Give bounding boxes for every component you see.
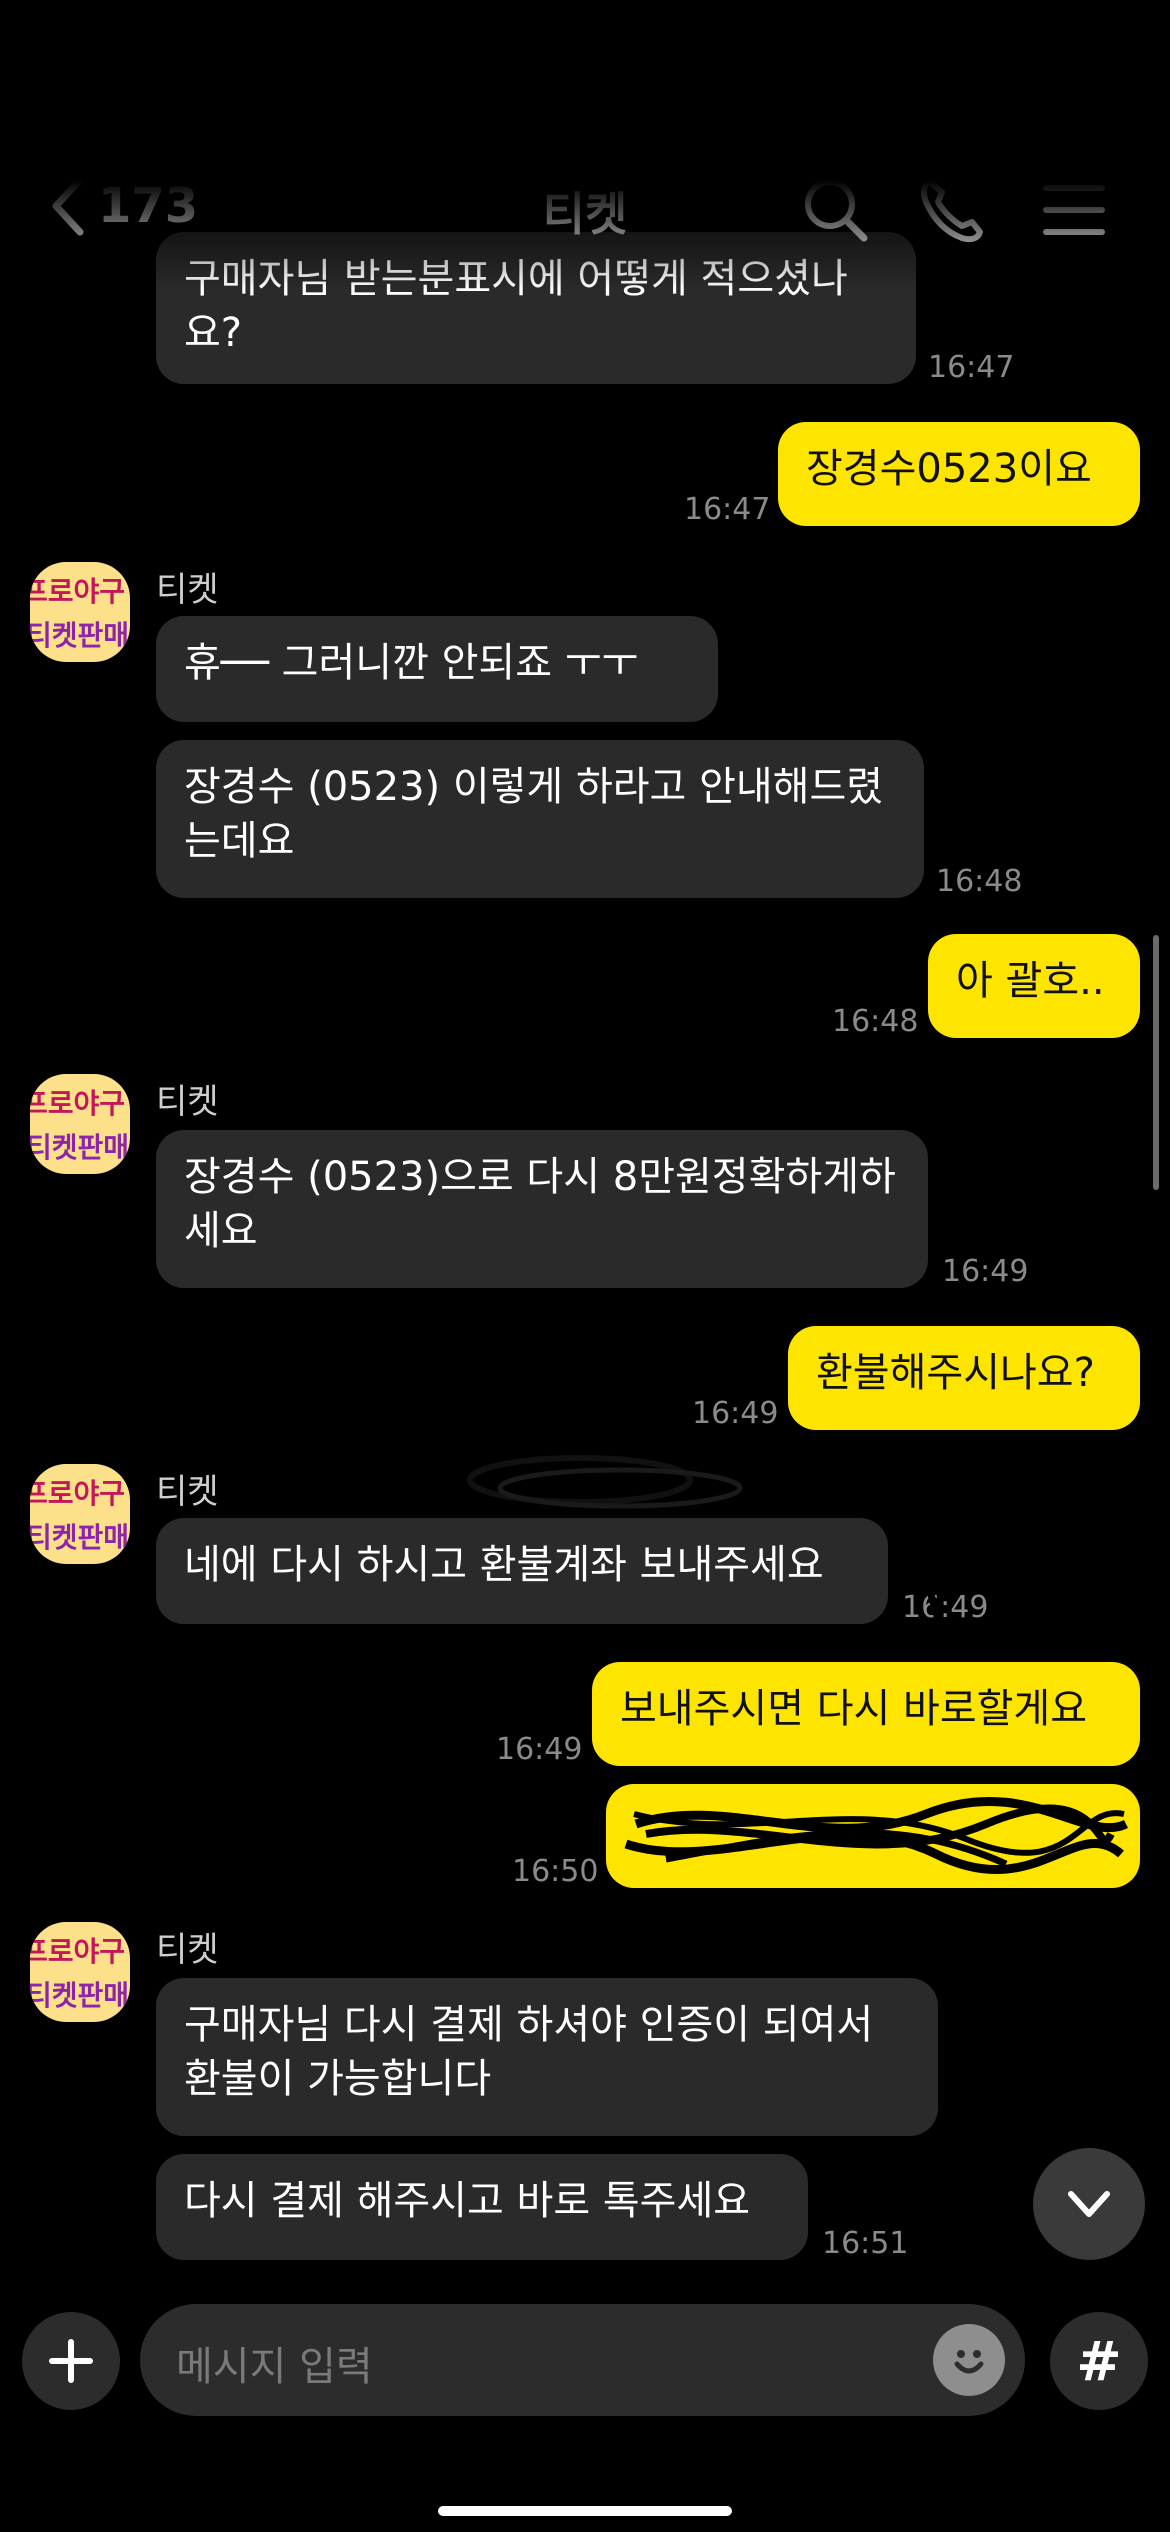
message-text: 다시 결제 해주시고 바로 톡주세요 bbox=[184, 2178, 751, 2224]
sender-avatar[interactable]: 프로야구 티켓판매 bbox=[30, 1464, 130, 1564]
message-bubble[interactable]: 아 괄호.. bbox=[928, 934, 1140, 1038]
scrollbar[interactable] bbox=[1153, 935, 1159, 1190]
input-bar: 메시지 입력 # bbox=[0, 2290, 1170, 2532]
message-text: 환불해주시나요? bbox=[816, 1350, 1095, 1396]
plus-icon bbox=[49, 2339, 93, 2383]
sender-name: 티켓 bbox=[156, 1082, 219, 1122]
redacted-message-bubble[interactable] bbox=[606, 1784, 1140, 1888]
message-time: 16:50 bbox=[512, 1854, 599, 1889]
message-bubble[interactable]: 환불해주시나요? bbox=[788, 1326, 1140, 1430]
phone-icon[interactable] bbox=[912, 170, 992, 250]
chevron-down-icon bbox=[1068, 2191, 1110, 2217]
unread-count: 173 bbox=[98, 178, 199, 234]
signal-icon bbox=[884, 56, 939, 92]
message-text: 아 괄호.. bbox=[956, 958, 1105, 1004]
status-time: 17:17 bbox=[130, 42, 301, 102]
message-time: 16:48 bbox=[832, 1004, 919, 1039]
message-text: 장경수 (0523) 이렇게 하라고 안내해드렸는데요 bbox=[184, 764, 884, 864]
message-text: 장경수 (0523)으로 다시 8만원정확하게하세요 bbox=[184, 1154, 896, 1254]
message-bubble[interactable]: 장경수 (0523)으로 다시 8만원정확하게하세요 bbox=[156, 1130, 928, 1288]
battery-level: 34 bbox=[1050, 55, 1096, 93]
message-time: 16:49 bbox=[496, 1732, 583, 1767]
chat-header: 173 티켓 bbox=[0, 160, 1170, 260]
sender-name: 티켓 bbox=[156, 1930, 219, 1970]
smiley-icon bbox=[954, 2350, 984, 2374]
message-bubble[interactable]: 장경수 (0523) 이렇게 하라고 안내해드렸는데요 bbox=[156, 740, 924, 898]
message-text: 보내주시면 다시 바로할게요 bbox=[620, 1686, 1088, 1732]
redaction-scribble bbox=[624, 1797, 1129, 1875]
message-text: 구매자님 다시 결제 하셔야 인증이 되여서 환불이 가능합니다 bbox=[184, 2002, 874, 2102]
message-time: 16:49 bbox=[692, 1396, 779, 1431]
attach-button[interactable] bbox=[22, 2312, 120, 2410]
message-bubble[interactable]: 휴── 그러니깐 안되죠 ㅜㅜ bbox=[156, 616, 718, 722]
message-bubble[interactable]: 보내주시면 다시 바로할게요 bbox=[592, 1662, 1140, 1766]
status-bar: 17:17 LTE 34 bbox=[0, 0, 1170, 150]
menu-icon[interactable] bbox=[1034, 170, 1114, 250]
message-input[interactable]: 메시지 입력 bbox=[140, 2304, 1025, 2416]
message-input-placeholder: 메시지 입력 bbox=[176, 2344, 373, 2390]
scroll-to-bottom-button[interactable] bbox=[1033, 2148, 1145, 2260]
message-bubble[interactable]: 장경수0523이요 bbox=[778, 422, 1140, 526]
sender-name: 티켓 bbox=[156, 570, 219, 610]
emoji-button[interactable] bbox=[933, 2324, 1005, 2396]
hash-button[interactable]: # bbox=[1050, 2312, 1148, 2410]
message-time: 16:49 bbox=[942, 1254, 1029, 1289]
message-time: 16:48 bbox=[936, 864, 1023, 899]
chevron-left-icon bbox=[52, 176, 84, 236]
message-text: 휴── 그러니깐 안되죠 ㅜㅜ bbox=[184, 640, 639, 686]
message-bubble[interactable]: 다시 결제 해주시고 바로 톡주세요 bbox=[156, 2154, 808, 2260]
network-type: LTE bbox=[952, 52, 1022, 96]
message-time: 16:47 bbox=[928, 350, 1015, 385]
back-button[interactable]: 173 bbox=[44, 170, 198, 242]
message-text: 장경수0523이요 bbox=[806, 446, 1092, 492]
message-bubble[interactable]: 구매자님 다시 결제 하셔야 인증이 되여서 환불이 가능합니다 bbox=[156, 1978, 938, 2136]
search-icon[interactable] bbox=[796, 170, 876, 250]
battery-icon: 34 bbox=[1036, 53, 1110, 95]
sender-avatar[interactable]: 프로야구 티켓판매 bbox=[30, 1074, 130, 1174]
message-time: 16:47 bbox=[684, 492, 771, 527]
sender-name: 티켓 bbox=[156, 1472, 219, 1512]
message-text: 구매자님 받는분표시에 어떻게 적으셨나요? bbox=[184, 256, 848, 356]
home-indicator bbox=[438, 2506, 732, 2516]
sender-avatar[interactable]: 프로야구 티켓판매 bbox=[30, 1922, 130, 2022]
sender-avatar[interactable]: 프로야구 티켓판매 bbox=[30, 562, 130, 662]
status-indicators: LTE 34 bbox=[884, 52, 1110, 96]
message-list[interactable]: 구매자님 받는분표시에 어떻게 적으셨나요? 16:47 장경수0523이요 1… bbox=[0, 0, 1170, 2290]
message-time: 16:51 bbox=[822, 2226, 909, 2261]
